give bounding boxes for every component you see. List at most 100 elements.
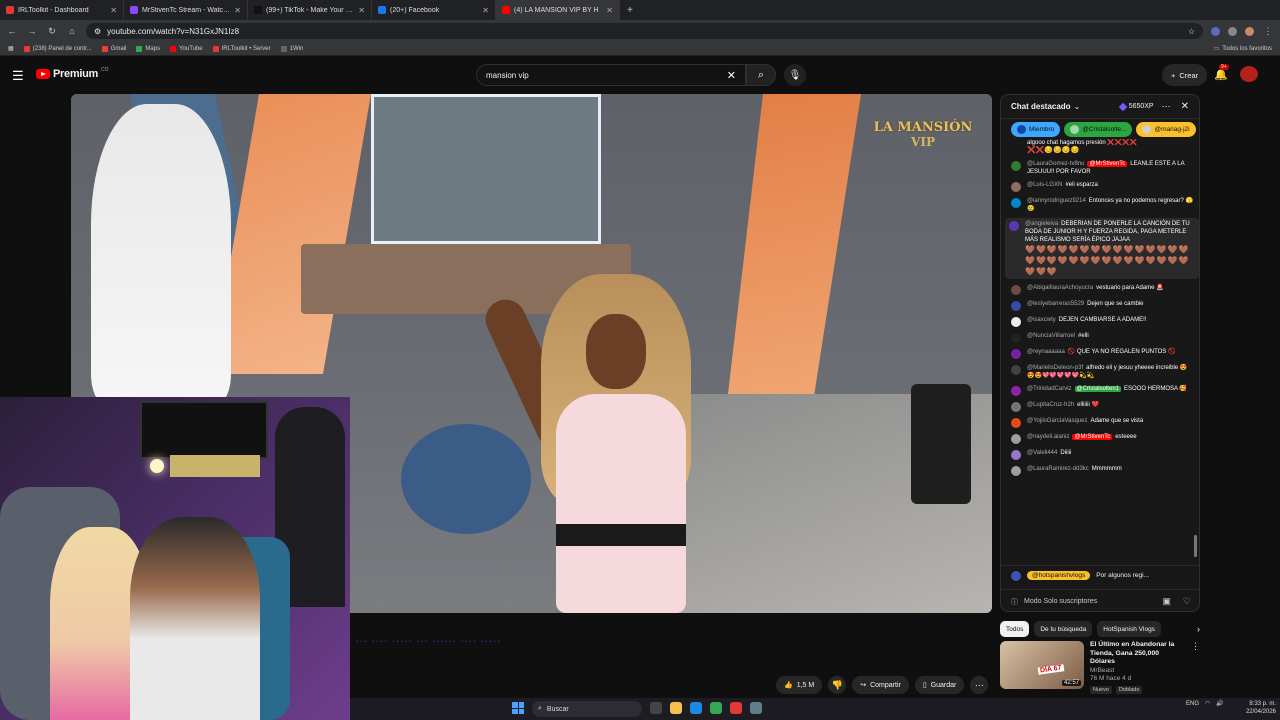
video-thumbnail[interactable]: DÍA 67 42:57 (1000, 641, 1084, 689)
volume-icon[interactable]: 🔊 (1216, 700, 1223, 707)
voice-search-button[interactable]: 🎙 (784, 64, 806, 86)
xp-badge[interactable]: 5650XP (1118, 102, 1154, 111)
avatar[interactable] (1011, 365, 1021, 375)
message-author[interactable]: @TrinidadCarviz (1027, 386, 1072, 392)
avatar[interactable] (1011, 301, 1021, 311)
chevron-down-icon[interactable]: ⌄ (1074, 102, 1081, 111)
all-bookmarks-button[interactable]: ▭ Todos los favoritos (1214, 45, 1272, 53)
bookmark-item[interactable]: 1Win (280, 45, 303, 52)
avatar[interactable] (1011, 450, 1021, 460)
apps-icon[interactable]: ▦ (8, 45, 14, 52)
search-input[interactable]: mansion vip ✕ (476, 64, 746, 86)
language-indicator[interactable]: ENG (1186, 701, 1199, 707)
chat-ticker[interactable]: @hotspanishvlogs Por algunos regi... (1001, 565, 1199, 585)
edge-icon[interactable] (690, 702, 702, 714)
avatar[interactable] (1011, 386, 1021, 396)
chat-messages[interactable]: algooo chat hagamos presión ❌❌❌❌ ❌❌😔😔😔😔 @… (1001, 139, 1199, 563)
avatar[interactable] (1011, 198, 1021, 208)
close-icon[interactable]: ✕ (234, 6, 241, 15)
back-icon[interactable]: ← (6, 26, 18, 36)
bookmark-item[interactable]: YouTube (170, 45, 203, 52)
close-icon[interactable]: ✕ (606, 6, 613, 15)
message-author[interactable]: @NunciaVillarroel (1027, 333, 1075, 339)
message-author[interactable]: @naydeli.alaniz (1027, 434, 1069, 440)
profile-icon[interactable] (1245, 26, 1254, 36)
browser-tab-0[interactable]: IRLToolkit - Dashboard ✕ (0, 0, 124, 20)
avatar[interactable] (1011, 418, 1021, 428)
dislike-button[interactable]: 👎 (828, 676, 847, 694)
avatar[interactable] (1011, 466, 1021, 476)
avatar[interactable] (1011, 333, 1021, 343)
file-explorer-icon[interactable] (670, 702, 682, 714)
avatar[interactable] (1011, 317, 1021, 327)
bookmark-item[interactable]: (238) Panel de contr... (23, 45, 92, 52)
message-author[interactable]: @LauraGomez-tv8nu (1027, 161, 1084, 167)
message-author[interactable]: @Luis-LGXN (1027, 182, 1062, 188)
close-icon[interactable]: ✕ (110, 6, 117, 15)
notifications-button[interactable]: 🔔 9+ (1214, 64, 1229, 81)
avatar[interactable] (1011, 434, 1021, 444)
home-icon[interactable]: ⌂ (66, 26, 78, 36)
menu-icon[interactable]: ☰ (12, 68, 24, 84)
message-author[interactable]: @leslyebarreras5529 (1027, 301, 1084, 307)
extension-icon[interactable] (1228, 26, 1237, 36)
obs-icon[interactable] (750, 702, 762, 714)
ticker-user[interactable]: @hotspanishvlogs (1027, 571, 1091, 580)
message-author[interactable]: @iannyrodriguez9214 (1027, 198, 1086, 204)
pinned-chip[interactable]: @mariag-j2i (1136, 121, 1196, 137)
avatar[interactable] (1011, 285, 1021, 295)
like-button[interactable]: 👍 1,5 M (776, 676, 823, 694)
filter-chip[interactable]: Todos (1000, 621, 1030, 637)
channel-name[interactable]: MrBeast (1090, 667, 1185, 676)
video-title[interactable]: El Último en Abandonar la Tienda, Gana 2… (1090, 641, 1185, 667)
message-author[interactable]: @YojiisGarciaVasquez (1027, 418, 1087, 424)
app-icon[interactable] (730, 702, 742, 714)
mention-tag[interactable]: @MrStivenTc (1087, 161, 1128, 167)
mention-tag[interactable]: @Cristalsolten1 (1074, 386, 1121, 392)
close-icon[interactable]: ✕ (482, 6, 489, 15)
message-author[interactable]: @LauraRamirez-dd3kc (1027, 466, 1089, 472)
avatar[interactable] (1011, 182, 1021, 192)
pinned-chip[interactable]: Miembro (1011, 121, 1061, 137)
clear-search-icon[interactable]: ✕ (727, 69, 736, 82)
star-icon[interactable]: ☆ (1188, 27, 1195, 36)
taskbar-search[interactable]: ⌕ Buscar (532, 701, 642, 717)
message-author[interactable]: @AbigailIauraAchoyucra (1027, 285, 1093, 291)
bookmark-item[interactable]: Maps (136, 45, 160, 52)
chat-mode-dropdown[interactable]: Chat destacado (1011, 102, 1071, 111)
save-button[interactable]: ▯ Guardar (914, 676, 965, 694)
mention-tag[interactable]: @MrStivenTc (1072, 434, 1113, 440)
more-icon[interactable]: ⋮ (1191, 641, 1200, 693)
forward-icon[interactable]: → (26, 26, 38, 36)
message-author[interactable]: @reynaaaaaa (1027, 349, 1065, 355)
browser-tab-2[interactable]: (99+) TikTok - Make Your Day ✕ (248, 0, 372, 20)
youtube-logo[interactable]: Premium CO (36, 67, 108, 80)
bookmark-item[interactable]: Gmail (101, 45, 126, 52)
chrome-icon[interactable] (710, 702, 722, 714)
pinned-chip[interactable]: @Cristalsolte... (1064, 121, 1133, 137)
reload-icon[interactable]: ↻ (46, 26, 58, 37)
message-author[interactable]: @LupitaCruz-h2h (1027, 402, 1074, 408)
avatar[interactable] (1011, 161, 1021, 171)
more-actions-button[interactable]: ⋯ (970, 676, 989, 694)
site-info-icon[interactable]: ⚙ (94, 27, 101, 36)
avatar[interactable] (1009, 221, 1019, 231)
message-author[interactable]: @MarielisDeleon-p3f (1027, 365, 1083, 371)
chat-scrollbar[interactable] (1194, 535, 1197, 557)
bookmark-item[interactable]: IRLToolkit • Server (212, 45, 271, 52)
close-icon[interactable]: ✕ (1181, 101, 1189, 112)
message-author[interactable]: @Valeli444 (1027, 450, 1057, 456)
heart-icon[interactable]: ♡ (1183, 596, 1191, 607)
browser-tab-4[interactable]: (4) LA MANSIÓN VIP BY H ✕ (496, 0, 620, 20)
gift-icon[interactable]: ▣ (1162, 596, 1171, 607)
message-author[interactable]: @angieleiva (1025, 221, 1058, 227)
close-icon[interactable]: ✕ (358, 6, 365, 15)
message-author[interactable]: @isaxcwty (1027, 317, 1056, 323)
info-icon[interactable]: ⓘ (1011, 597, 1018, 607)
browser-tab-3[interactable]: (20+) Facebook ✕ (372, 0, 496, 20)
search-button[interactable]: ⌕ (746, 64, 776, 86)
more-icon[interactable]: ⋯ (1162, 101, 1171, 112)
create-button[interactable]: + Crear (1162, 64, 1208, 86)
avatar[interactable] (1011, 349, 1021, 359)
chevron-right-icon[interactable]: › (1197, 624, 1200, 634)
